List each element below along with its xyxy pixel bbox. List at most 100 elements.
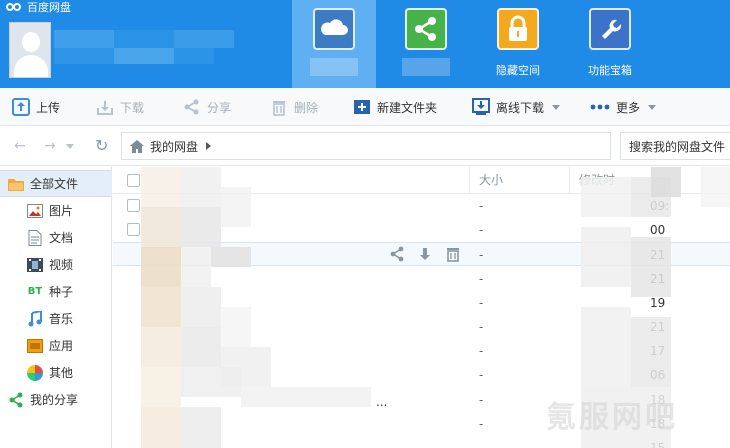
share-label: 分享	[207, 100, 232, 115]
user-info-pixelated	[54, 24, 234, 74]
sidebar-item-label: 文档	[49, 231, 74, 245]
sidebar-item-all-files[interactable]: 全部文件	[0, 170, 112, 197]
offline-download-icon	[472, 98, 490, 115]
search-input[interactable]	[620, 132, 730, 160]
cloud-icon	[313, 8, 355, 50]
tab-label-pixelated	[310, 58, 358, 76]
tab-hidden-space-label: 隐藏空间	[496, 64, 540, 77]
sidebar-item-label: 其他	[49, 366, 74, 380]
cell-size: -	[479, 368, 484, 383]
trash-icon	[273, 101, 285, 116]
cell-size: -	[479, 441, 484, 448]
cell-size: -	[479, 295, 484, 310]
sidebar-item-images[interactable]: 图片	[0, 197, 112, 224]
sidebar-item-label: 视频	[49, 258, 74, 272]
share-icon	[8, 392, 24, 408]
sidebar-item-label: 我的分享	[30, 393, 79, 407]
sidebar-item-label: 音乐	[49, 312, 74, 326]
refresh-icon[interactable]: ↻	[95, 136, 108, 155]
sidebar-item-other[interactable]: 其他	[0, 359, 112, 386]
download-button[interactable]: 下载	[96, 88, 144, 126]
upload-label: 上传	[36, 100, 61, 115]
row-actions	[389, 246, 461, 263]
cell-size: -	[479, 248, 484, 263]
share-button[interactable]: 分享	[183, 88, 231, 126]
sidebar-item-label: 应用	[49, 339, 74, 353]
sidebar-item-apps[interactable]: 应用	[0, 332, 112, 359]
sidebar-item-label: 全部文件	[30, 177, 79, 191]
select-all-checkbox[interactable]	[127, 174, 140, 187]
sidebar-item-label: 图片	[49, 204, 74, 218]
tab-hidden-space[interactable]: 隐藏空间	[476, 0, 560, 88]
download-icon	[97, 101, 113, 115]
more-dots-icon	[590, 104, 610, 110]
cell-size: -	[479, 271, 484, 286]
download-label: 下载	[120, 100, 145, 115]
baidu-cloud-logo-icon	[6, 2, 22, 12]
tab-label-pixelated	[402, 58, 450, 76]
sidebar-item-videos[interactable]: 视频	[0, 251, 112, 278]
sidebar-item-music[interactable]: 音乐	[0, 305, 112, 332]
cell-size: -	[479, 320, 484, 334]
lock-icon	[497, 8, 539, 50]
breadcrumb-root[interactable]: 我的网盘	[150, 138, 198, 155]
upload-button[interactable]: 上传	[12, 88, 60, 126]
new-folder-icon	[354, 100, 370, 114]
document-icon	[27, 229, 43, 246]
toolbar: 上传 下载 分享 删除 新建文件夹 离线下载 更多	[0, 88, 730, 126]
new-folder-label: 新建文件夹	[377, 100, 438, 115]
cell-size: -	[479, 392, 484, 407]
sidebar: 全部文件 图片 文档 视频 BT 种子 音乐 应用 其他 我的分享	[0, 167, 112, 448]
app-title-text: 百度网盘	[27, 1, 71, 14]
more-label: 更多	[616, 100, 641, 115]
chevron-down-icon	[552, 104, 561, 110]
app-icon	[27, 338, 43, 354]
back-arrow-icon[interactable]: ←	[14, 138, 26, 154]
download-icon[interactable]	[417, 246, 433, 262]
video-icon	[27, 257, 43, 273]
share-icon	[405, 8, 447, 50]
more-button[interactable]: 更多	[590, 88, 657, 126]
sidebar-item-my-shares[interactable]: 我的分享	[0, 386, 112, 413]
app-header: 百度网盘 隐藏空间 功能宝箱	[0, 0, 730, 88]
avatar[interactable]	[9, 22, 51, 78]
sidebar-item-label: 种子	[49, 285, 74, 299]
new-folder-button[interactable]: 新建文件夹	[353, 88, 437, 126]
breadcrumb: 我的网盘	[121, 132, 611, 160]
delete-button[interactable]: 删除	[270, 88, 318, 126]
tab-share[interactable]	[384, 0, 468, 88]
share-icon[interactable]	[389, 246, 405, 262]
offline-download-label: 离线下载	[496, 100, 545, 115]
wrench-icon	[589, 8, 631, 50]
tab-toolbox-label: 功能宝箱	[588, 64, 632, 77]
offline-download-button[interactable]: 离线下载	[472, 88, 561, 126]
tab-toolbox[interactable]: 功能宝箱	[568, 0, 652, 88]
forward-arrow-icon[interactable]: →	[44, 138, 56, 154]
tab-my-netdisk[interactable]	[292, 0, 376, 88]
row-checkbox[interactable]	[127, 223, 140, 237]
history-dropdown-icon[interactable]	[66, 144, 74, 149]
home-icon[interactable]	[130, 139, 144, 153]
delete-label: 删除	[294, 100, 319, 115]
truncation-ellipsis: ...	[376, 395, 388, 409]
folder-icon	[8, 176, 24, 192]
trash-icon[interactable]	[445, 246, 461, 263]
sidebar-item-documents[interactable]: 文档	[0, 224, 112, 251]
column-header-size[interactable]: 大小	[479, 167, 503, 194]
cell-size: -	[479, 416, 484, 431]
chevron-down-icon	[648, 104, 657, 110]
sidebar-item-torrents[interactable]: BT 种子	[0, 278, 112, 305]
row-checkbox[interactable]	[127, 199, 140, 212]
music-icon	[27, 310, 43, 327]
share-icon	[184, 99, 199, 115]
other-icon	[27, 364, 43, 381]
cell-size: -	[479, 223, 484, 238]
bt-icon: BT	[27, 286, 43, 297]
breadcrumb-arrow-icon[interactable]	[206, 142, 212, 150]
cell-modified: 00	[650, 223, 666, 238]
cell-size: -	[479, 199, 484, 213]
watermark: 氪服网吧	[546, 400, 678, 435]
image-icon	[27, 203, 43, 219]
address-bar: ← → ↻ 我的网盘	[0, 126, 730, 166]
app-title: 百度网盘	[6, 0, 71, 14]
